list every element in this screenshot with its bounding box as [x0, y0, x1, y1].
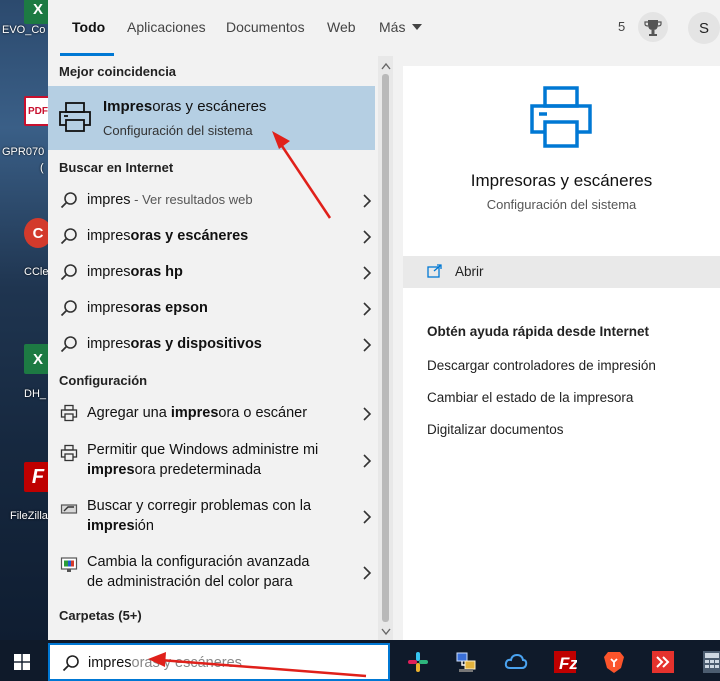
preview-subtitle: Configuración del sistema	[486, 197, 637, 212]
caret-down-icon	[412, 24, 423, 30]
network-icon[interactable]	[454, 650, 478, 674]
search-tabs: Todo Aplicaciones Documentos Web Más 5 S	[48, 0, 720, 56]
web-result-item[interactable]: impresoras y escáneres	[48, 224, 378, 248]
chevron-right-icon	[363, 407, 372, 421]
scroll-up-icon[interactable]	[381, 62, 391, 70]
best-match-item[interactable]: Impresoras y escáneres Configuración del…	[48, 86, 375, 150]
search-icon	[60, 300, 77, 317]
section-configuration: Configuración	[59, 373, 148, 388]
filezilla-icon: F	[24, 462, 48, 492]
preview-pane: Impresoras y escáneres Configuración del…	[403, 66, 720, 640]
web-result-item[interactable]: impresoras epson	[48, 296, 378, 320]
rewards-points: 5	[618, 19, 626, 34]
taskbar-search-box[interactable]: impresoras y escáneres	[48, 643, 390, 681]
cloud-icon[interactable]	[504, 650, 528, 674]
open-label: Abrir	[455, 264, 484, 279]
results-list: Mejor coincidencia Impresoras y escánere…	[48, 56, 393, 640]
printer-small-icon	[60, 404, 78, 422]
scrollbar-thumb[interactable]	[382, 74, 389, 622]
excel-icon: X	[24, 344, 48, 374]
search-autocomplete: oras y escáneres	[131, 655, 242, 671]
excel-icon: X	[24, 0, 48, 24]
web-result-item[interactable]: impresoras y dispositivos	[48, 332, 378, 356]
help-link-scan[interactable]: Digitalizar documentos	[427, 422, 564, 437]
pdf-icon: PDF	[24, 96, 48, 126]
chevron-right-icon	[363, 230, 372, 244]
search-icon	[60, 228, 77, 245]
printer-icon	[59, 102, 91, 132]
trophy-icon	[644, 20, 662, 36]
tab-mas[interactable]: Más	[379, 19, 423, 35]
best-match-title: Impresoras y escáneres	[103, 98, 267, 115]
section-folders: Carpetas (5+)	[59, 608, 142, 623]
section-web-search: Buscar en Internet	[59, 160, 174, 175]
search-query[interactable]: impresoras y escáneres	[88, 655, 242, 671]
tab-mas-label: Más	[379, 19, 406, 35]
section-best-match: Mejor coincidencia	[59, 64, 177, 79]
chevron-right-icon	[363, 510, 372, 524]
filezilla-taskbar-icon[interactable]: Fz	[553, 650, 577, 674]
config-result-item[interactable]: Agregar una impresora o escáner	[48, 400, 378, 426]
desktop-background: X EVO_Co PDF GPR070 ( C CCle X DH_ F Fil…	[0, 0, 48, 640]
chevron-right-icon	[363, 566, 372, 580]
anydesk-icon[interactable]	[651, 650, 675, 674]
slack-icon[interactable]	[406, 650, 430, 674]
config-result-item[interactable]: Cambia la configuración avanzada de admin…	[48, 550, 378, 596]
desktop-icon-filezilla[interactable]: F FileZilla	[0, 458, 48, 528]
web-result-item[interactable]: impresoras hp	[48, 260, 378, 284]
color-management-icon	[60, 557, 78, 572]
scroll-down-icon[interactable]	[381, 628, 391, 636]
chevron-right-icon	[363, 454, 372, 468]
user-avatar[interactable]: S	[688, 12, 720, 44]
chevron-right-icon	[363, 302, 372, 316]
tab-documentos[interactable]: Documentos	[226, 19, 305, 35]
desktop-icon-pdf-gpr[interactable]: PDF GPR070 (	[0, 92, 48, 182]
open-button[interactable]: Abrir	[403, 256, 720, 288]
chevron-right-icon	[363, 266, 372, 280]
search-icon	[60, 336, 77, 353]
printer-large-icon	[530, 86, 592, 148]
best-match-subtitle: Configuración del sistema	[103, 123, 253, 138]
help-link-drivers[interactable]: Descargar controladores de impresión	[427, 358, 656, 373]
desktop-icon-excel-evo[interactable]: X EVO_Co	[0, 0, 48, 40]
brave-icon[interactable]	[602, 650, 626, 674]
tab-todo[interactable]: Todo	[72, 19, 105, 35]
search-icon	[62, 655, 79, 672]
help-link-printer-status[interactable]: Cambiar el estado de la impresora	[427, 390, 633, 405]
open-icon	[427, 264, 442, 278]
desktop-icon-ccleaner[interactable]: C CCle	[0, 214, 48, 284]
rewards-button[interactable]	[638, 12, 668, 42]
svg-text:Fz: Fz	[559, 654, 577, 673]
tab-aplicaciones[interactable]: Aplicaciones	[127, 19, 206, 35]
quick-help-title: Obtén ayuda rápida desde Internet	[427, 324, 650, 339]
printer-small-icon	[60, 444, 78, 462]
search-icon	[60, 192, 77, 209]
ccleaner-icon: C	[24, 218, 48, 248]
chevron-right-icon	[363, 194, 372, 208]
web-result-item[interactable]: impres - Ver resultados web	[48, 188, 378, 212]
desktop-icon-excel-dh[interactable]: X DH_	[0, 340, 48, 410]
windows-start-icon[interactable]	[14, 654, 30, 670]
config-result-item[interactable]: Permitir que Windows administre mi impres…	[48, 438, 378, 484]
troubleshoot-icon	[60, 504, 78, 514]
search-panel: Todo Aplicaciones Documentos Web Más 5 S…	[48, 0, 720, 640]
preview-title: Impresoras y escáneres	[470, 171, 653, 190]
tab-web[interactable]: Web	[327, 19, 356, 35]
search-icon	[60, 264, 77, 281]
chevron-right-icon	[363, 338, 372, 352]
config-result-item[interactable]: Buscar y corregir problemas con la impres…	[48, 494, 378, 540]
calculator-icon[interactable]	[700, 650, 720, 674]
